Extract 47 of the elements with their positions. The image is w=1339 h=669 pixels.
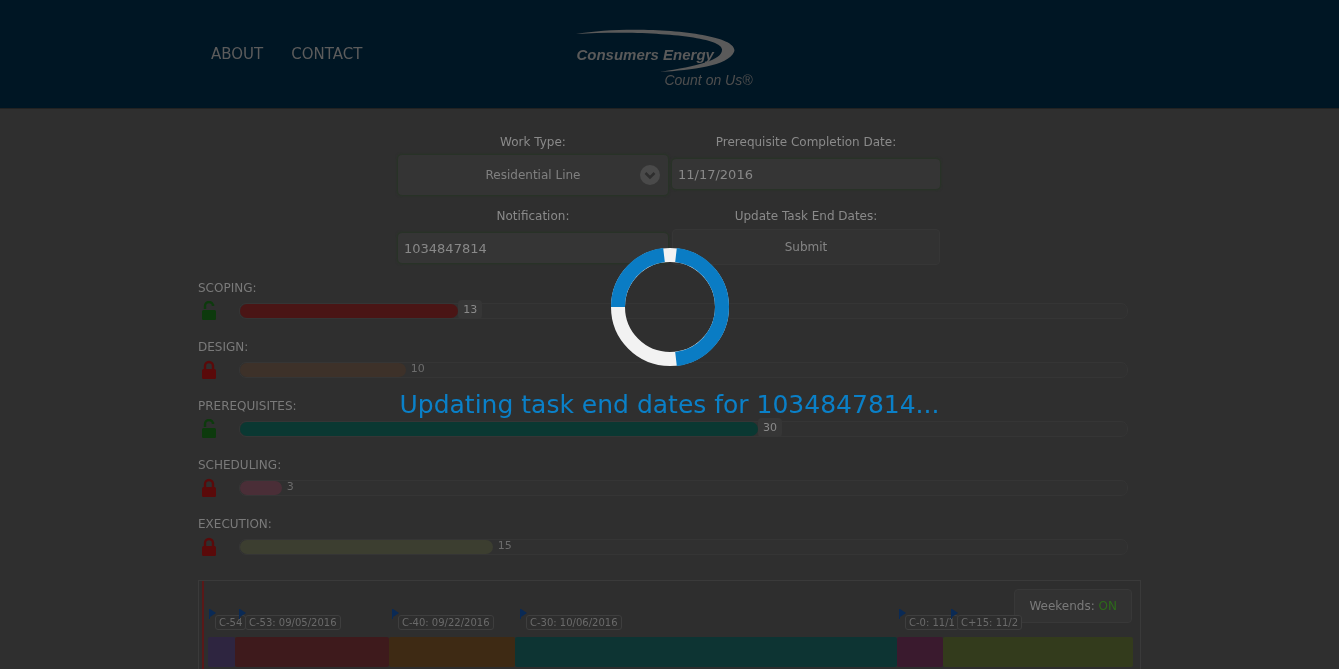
flag-icon [209, 609, 216, 619]
duration-slider[interactable]: 10 [239, 362, 1128, 378]
field-label: Prerequisite Completion Date: [715, 135, 897, 149]
slider-value: 30 [758, 418, 782, 437]
milestone-label: C-40: 09/22/2016 [398, 615, 494, 630]
flag-icon [951, 609, 958, 619]
notification-field[interactable]: 1034847814 [398, 233, 668, 263]
milestone-label: C-0: 11/1 [905, 615, 959, 630]
slider-value: 10 [409, 361, 426, 377]
nav-link[interactable]: CONTACT [291, 45, 363, 63]
work-type-dropdown[interactable]: Residential Line [398, 155, 668, 195]
slider-value: 13 [458, 300, 483, 319]
milestone-label: C-54 [215, 615, 247, 630]
milestone-label: C-53: 09/05/2016 [245, 615, 341, 630]
phase-label: DESIGN: [198, 340, 249, 354]
logo-tagline: Count on Us® [664, 72, 753, 88]
date-field[interactable]: 11/17/2016 [672, 159, 940, 189]
slider-value: 3 [285, 479, 295, 495]
milestone-label: C-30: 10/06/2016 [526, 615, 622, 630]
phase-label: EXECUTION: [198, 517, 272, 531]
submit-button[interactable]: Submit [672, 229, 940, 265]
phase-label: SCHEDULING: [198, 458, 282, 472]
duration-slider[interactable]: 3 [239, 480, 1128, 496]
loading-message: Updating task end dates for 1034847814... [399, 391, 940, 419]
field-label: Notification: [496, 209, 570, 223]
phase-label: PREREQUISITES: [198, 399, 297, 413]
logo-name: Consumers Energy [576, 46, 714, 63]
phase-label: SCOPING: [198, 281, 257, 295]
unlock-icon[interactable] [201, 301, 217, 321]
chevron-down-icon [640, 165, 660, 185]
flag-icon [392, 609, 399, 619]
duration-slider[interactable]: 15 [239, 539, 1128, 555]
milestone-label: C+15: 11/2 [957, 615, 1023, 630]
flag-icon [899, 609, 906, 619]
lock-icon[interactable] [201, 537, 217, 557]
field-label: Work Type: [500, 135, 566, 149]
duration-slider[interactable]: 30 [239, 421, 1128, 437]
flag-icon [239, 609, 246, 619]
slider-value: 15 [496, 538, 513, 554]
duration-slider[interactable]: 13 [239, 303, 1128, 319]
loading-spinner-icon [609, 247, 730, 367]
unlock-icon[interactable] [201, 419, 217, 439]
lock-icon[interactable] [201, 478, 217, 498]
nav-link[interactable]: ABOUT [211, 45, 264, 63]
flag-icon [520, 609, 527, 619]
field-label: Update Task End Dates: [734, 209, 878, 223]
lock-icon[interactable] [201, 360, 217, 380]
